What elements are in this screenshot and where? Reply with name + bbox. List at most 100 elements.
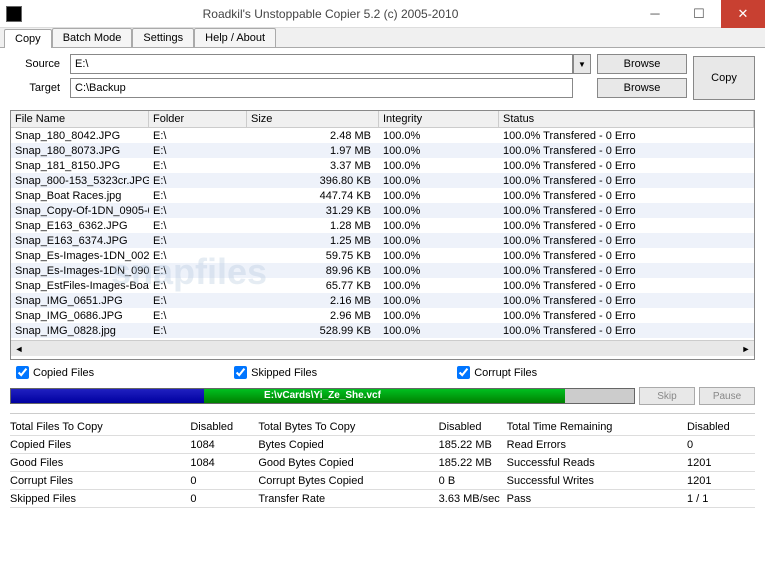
horizontal-scrollbar[interactable]: ◄ ► [11, 340, 754, 356]
cell-size: 2.16 MB [247, 295, 379, 307]
table-row[interactable]: Snap_181_8150.JPGE:\3.37 MB100.0%100.0% … [11, 158, 754, 173]
target-browse-button[interactable]: Browse [597, 78, 687, 98]
cell-size: 2.96 MB [247, 310, 379, 322]
table-row[interactable]: Snap_180_8073.JPGE:\1.97 MB100.0%100.0% … [11, 143, 754, 158]
stat-label: Read Errors [507, 439, 685, 451]
close-button[interactable]: ✕ [721, 0, 765, 28]
stat-value: Disabled [685, 421, 755, 433]
app-icon [6, 6, 22, 22]
table-row[interactable]: Snap_E163_6374.JPGE:\1.25 MB100.0%100.0%… [11, 233, 754, 248]
cell-status: 100.0% Transfered - 0 Erro [499, 280, 754, 292]
stat-row: Successful Reads1201 [507, 454, 755, 472]
cell-folder: E:\ [149, 160, 247, 172]
cell-integrity: 100.0% [379, 220, 499, 232]
cell-filename: Snap_IMG_0686.JPG [11, 310, 149, 322]
skip-button[interactable]: Skip [639, 387, 695, 405]
th-folder[interactable]: Folder [149, 111, 247, 127]
stat-value: 0 [188, 493, 258, 505]
cell-folder: E:\ [149, 175, 247, 187]
cell-folder: E:\ [149, 220, 247, 232]
tab-help-about[interactable]: Help / About [194, 28, 276, 47]
copied-files-checkbox[interactable]: Copied Files [16, 366, 94, 379]
tab-batch-mode[interactable]: Batch Mode [52, 28, 133, 47]
stat-row: Good Files1084 [10, 454, 258, 472]
cell-size: 1.28 MB [247, 220, 379, 232]
cell-size: 528.99 KB [247, 325, 379, 337]
table-row[interactable]: Snap_IMG_0828.jpgE:\528.99 KB100.0%100.0… [11, 323, 754, 338]
source-input[interactable] [70, 54, 573, 74]
skipped-files-checkbox[interactable]: Skipped Files [234, 366, 317, 379]
table-row[interactable]: Snap_EstFiles-Images-BoatE:\65.77 KB100.… [11, 278, 754, 293]
cell-folder: E:\ [149, 250, 247, 262]
cell-filename: Snap_Boat Races.jpg [11, 190, 149, 202]
stat-row: Successful Writes1201 [507, 472, 755, 490]
stat-row: Skipped Files0 [10, 490, 258, 508]
table-row[interactable]: Snap_180_8042.JPGE:\2.48 MB100.0%100.0% … [11, 128, 754, 143]
stat-row: Good Bytes Copied185.22 MB [258, 454, 506, 472]
table-row[interactable]: Snap_IMG_0686.JPGE:\2.96 MB100.0%100.0% … [11, 308, 754, 323]
stat-label: Skipped Files [10, 493, 188, 505]
cell-status: 100.0% Transfered - 0 Erro [499, 175, 754, 187]
stat-value: 185.22 MB [437, 439, 507, 451]
table-row[interactable]: Snap_800-153_5323cr.JPGE:\396.80 KB100.0… [11, 173, 754, 188]
stat-label: Copied Files [10, 439, 188, 451]
th-size[interactable]: Size [247, 111, 379, 127]
pause-button[interactable]: Pause [699, 387, 755, 405]
cell-folder: E:\ [149, 265, 247, 277]
stat-value: 0 [188, 475, 258, 487]
cell-filename: Snap_EstFiles-Images-Boat [11, 280, 149, 292]
cell-filename: Snap_Copy-Of-1DN_0905-0 [11, 205, 149, 217]
stat-label: Total Bytes To Copy [258, 421, 436, 433]
tab-bar: Copy Batch Mode Settings Help / About [0, 28, 765, 48]
stat-value: 0 B [437, 475, 507, 487]
source-browse-button[interactable]: Browse [597, 54, 687, 74]
table-row[interactable]: Snap_Es-Images-1DN_0905E:\89.96 KB100.0%… [11, 263, 754, 278]
stat-row: Bytes Copied185.22 MB [258, 436, 506, 454]
stat-label: Total Time Remaining [507, 421, 685, 433]
table-row[interactable]: Snap_IMG_0651.JPGE:\2.16 MB100.0%100.0% … [11, 293, 754, 308]
table-row[interactable]: Snap_Es-Images-1DN_0023E:\59.75 KB100.0%… [11, 248, 754, 263]
cell-filename: Snap_180_8042.JPG [11, 130, 149, 142]
stat-label: Pass [507, 493, 685, 505]
minimize-button[interactable]: ─ [633, 0, 677, 28]
stat-value: Disabled [188, 421, 258, 433]
stat-row: Total Time RemainingDisabled [507, 418, 755, 436]
cell-size: 31.29 KB [247, 205, 379, 217]
scroll-right-icon[interactable]: ► [738, 341, 754, 357]
cell-folder: E:\ [149, 205, 247, 217]
cell-filename: Snap_Es-Images-1DN_0023 [11, 250, 149, 262]
cell-integrity: 100.0% [379, 265, 499, 277]
cell-size: 65.77 KB [247, 280, 379, 292]
scroll-left-icon[interactable]: ◄ [11, 341, 27, 357]
stat-row: Copied Files1084 [10, 436, 258, 454]
cell-status: 100.0% Transfered - 0 Erro [499, 250, 754, 262]
th-status[interactable]: Status [499, 111, 754, 127]
table-row[interactable]: Snap_E163_6362.JPGE:\1.28 MB100.0%100.0%… [11, 218, 754, 233]
tab-copy[interactable]: Copy [4, 29, 52, 48]
cell-folder: E:\ [149, 295, 247, 307]
cell-integrity: 100.0% [379, 130, 499, 142]
stat-row: Total Bytes To CopyDisabled [258, 418, 506, 436]
tab-settings[interactable]: Settings [132, 28, 194, 47]
cell-filename: Snap_180_8073.JPG [11, 145, 149, 157]
corrupt-files-checkbox[interactable]: Corrupt Files [457, 366, 537, 379]
table-row[interactable]: Snap_Copy-Of-1DN_0905-0E:\31.29 KB100.0%… [11, 203, 754, 218]
th-integrity[interactable]: Integrity [379, 111, 499, 127]
target-input[interactable] [70, 78, 573, 98]
stat-label: Corrupt Bytes Copied [258, 475, 436, 487]
maximize-button[interactable]: ☐ [677, 0, 721, 28]
file-table: snapfiles File Name Folder Size Integrit… [10, 110, 755, 360]
cell-filename: Snap_E163_6374.JPG [11, 235, 149, 247]
cell-status: 100.0% Transfered - 0 Erro [499, 325, 754, 337]
stat-label: Corrupt Files [10, 475, 188, 487]
stats-panel: Total Files To CopyDisabledCopied Files1… [10, 413, 755, 508]
source-dropdown-icon[interactable]: ▼ [573, 54, 591, 74]
cell-size: 89.96 KB [247, 265, 379, 277]
cell-status: 100.0% Transfered - 0 Erro [499, 220, 754, 232]
cell-folder: E:\ [149, 310, 247, 322]
cell-size: 396.80 KB [247, 175, 379, 187]
copy-button[interactable]: Copy [693, 56, 755, 100]
cell-integrity: 100.0% [379, 145, 499, 157]
th-filename[interactable]: File Name [11, 111, 149, 127]
table-row[interactable]: Snap_Boat Races.jpgE:\447.74 KB100.0%100… [11, 188, 754, 203]
